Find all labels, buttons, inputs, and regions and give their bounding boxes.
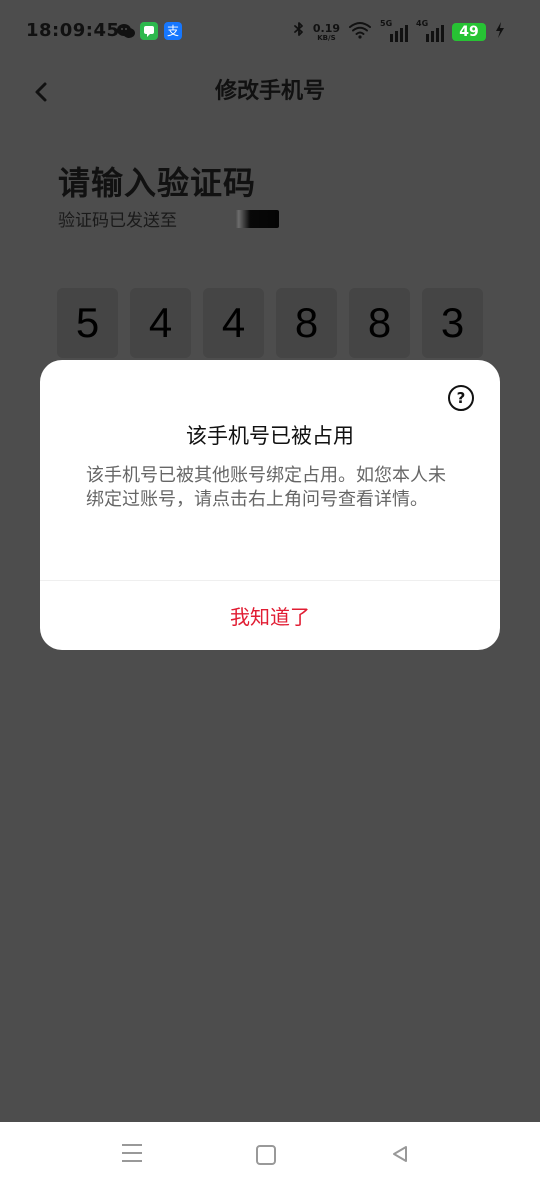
question-circle-icon[interactable]: ? bbox=[448, 385, 474, 411]
back-triangle-icon[interactable] bbox=[390, 1144, 410, 1164]
home-square-icon[interactable] bbox=[256, 1145, 276, 1165]
dialog-title: 该手机号已被占用 bbox=[186, 424, 354, 448]
menu-icon[interactable] bbox=[122, 1144, 144, 1164]
confirm-button[interactable]: 我知道了 bbox=[40, 581, 500, 650]
app-screen: 18:09:45 支 0.19 KB/S 5G 4G 49 修改手机号 请输入验… bbox=[0, 0, 540, 1122]
dialog-message: 该手机号已被其他账号绑定占用。如您本人未绑定过账号，请点击右上角问号查看详情。 bbox=[86, 465, 446, 510]
system-navigation-bar bbox=[0, 1122, 540, 1188]
phone-occupied-dialog: ? 该手机号已被占用 该手机号已被其他账号绑定占用。如您本人未绑定过账号，请点击… bbox=[40, 360, 500, 650]
